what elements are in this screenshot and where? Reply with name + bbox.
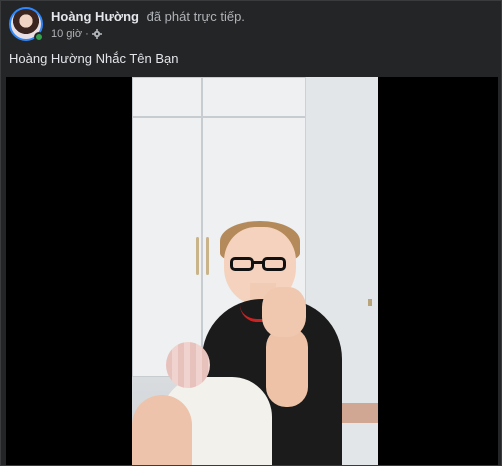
online-status-dot [34, 32, 44, 42]
video-frame [132, 77, 378, 465]
gear-icon[interactable] [91, 29, 102, 39]
meta-separator: · [85, 28, 89, 40]
person-fist [262, 287, 306, 337]
post-header: Hoàng Hường đã phát trực tiếp. 10 giờ · [9, 7, 489, 47]
cabinet-door-left [132, 117, 202, 377]
post-action-text: đã phát trực tiếp. [146, 9, 245, 24]
cabinet-handle [206, 237, 209, 275]
post-card: Hoàng Hường đã phát trực tiếp. 10 giờ · … [0, 0, 502, 466]
person-arm [266, 327, 308, 407]
glasses [230, 257, 290, 273]
post-time-link[interactable]: 10 giờ [51, 28, 82, 40]
post-text: Hoàng Hường Nhắc Tên Bạn [9, 51, 179, 66]
baby-head-blurred [166, 342, 210, 388]
shelf [340, 403, 378, 423]
upper-cabinet-left [132, 77, 202, 117]
door-knob [368, 299, 372, 306]
upper-cabinet-right [202, 77, 306, 117]
live-video-player[interactable] [6, 77, 498, 465]
author-line: Hoàng Hường đã phát trực tiếp. [51, 9, 245, 24]
cabinet-handle [196, 237, 199, 275]
author-name-link[interactable]: Hoàng Hường [51, 9, 139, 24]
person-arm-holding [132, 395, 192, 465]
post-meta: 10 giờ · [51, 28, 102, 40]
